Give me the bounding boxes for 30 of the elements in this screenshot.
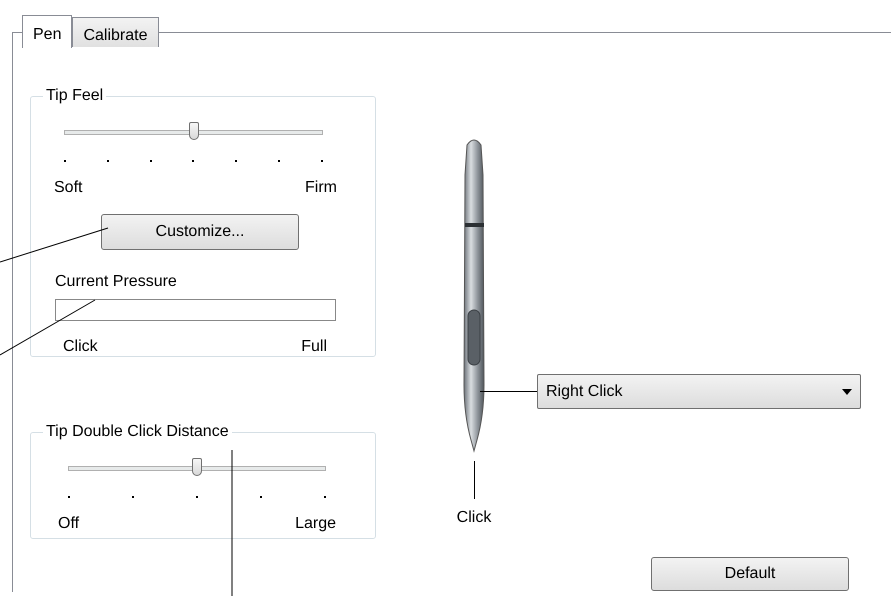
slider-thumb[interactable] [188, 122, 198, 140]
slider-max-label: Large [295, 515, 336, 533]
tick-mark [235, 160, 238, 162]
meter-min-label: Click [63, 338, 98, 356]
pressure-label: Current Pressure [55, 273, 178, 291]
tick-mark [192, 160, 194, 162]
group-title: Tip Double Click Distance [45, 423, 230, 441]
slider-thumb[interactable] [192, 458, 202, 476]
tick-mark [320, 160, 323, 162]
meter-max-label: Full [301, 338, 327, 356]
tick-mark [132, 496, 134, 498]
tab[interactable]: Pen [22, 15, 72, 48]
customize-button[interactable]: Customize... [101, 214, 299, 250]
slider-min-label: Soft [54, 179, 82, 197]
tick-mark [150, 160, 152, 162]
slider-min-label: Off [58, 515, 80, 533]
dropdown-arrow-icon [842, 388, 852, 394]
tick-mark [68, 496, 70, 498]
tick-mark [260, 496, 262, 498]
tick-mark [196, 496, 198, 498]
side-switch-dropdown[interactable]: Right Click [537, 374, 861, 409]
tick-mark [106, 160, 109, 162]
tab[interactable]: Calibrate [72, 17, 158, 47]
group-title: Tip Feel [45, 87, 104, 105]
slider-max-label: Firm [305, 179, 337, 197]
tip-label: Click [456, 509, 492, 527]
tick-mark [324, 496, 326, 498]
tick-mark [278, 160, 280, 162]
default-button[interactable]: Default [651, 557, 849, 591]
tick-mark [64, 160, 66, 162]
